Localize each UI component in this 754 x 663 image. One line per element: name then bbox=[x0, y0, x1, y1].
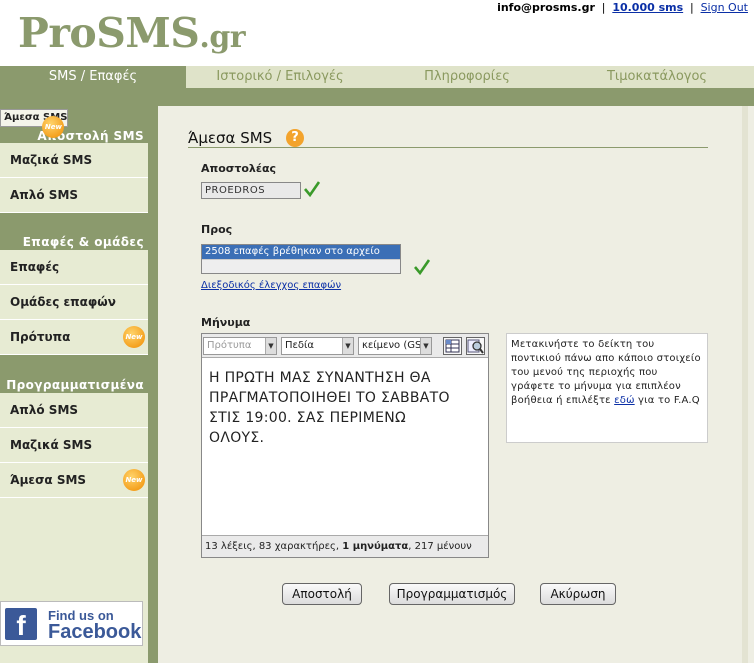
sidebar-item-simple-sms[interactable]: Απλό SMS bbox=[0, 178, 148, 213]
chevron-down-icon: ▼ bbox=[420, 338, 431, 354]
editor-toolbar: Πρότυπα ▼ Πεδία ▼ κείμενο (GSM) ▼ bbox=[202, 334, 488, 358]
sidebar-item-label: Πρότυπα bbox=[10, 330, 71, 344]
counter-remaining: , 217 μένουν bbox=[408, 541, 472, 552]
recipients-label: Προς bbox=[201, 223, 233, 236]
help-icon[interactable]: ? bbox=[286, 129, 304, 147]
recipients-selected-row[interactable]: 2508 επαφές βρέθηκαν στο αρχείο bbox=[202, 245, 400, 259]
title-divider bbox=[188, 147, 708, 148]
separator: | bbox=[690, 1, 694, 14]
tab-information[interactable]: Πληροφορίες bbox=[374, 66, 560, 88]
sidebar-item-instant-sms[interactable]: Άμεσα SMS New bbox=[0, 109, 69, 138]
sidebar: Αποστολή SMS Μαζικά SMS Απλό SMS Άμεσα S… bbox=[0, 106, 148, 663]
message-editor: Πρότυπα ▼ Πεδία ▼ κείμενο (GSM) ▼ Η ΠΡΩΤΗ Μ… bbox=[201, 333, 489, 558]
sidebar-section-contacts: Επαφές & ομάδες bbox=[0, 213, 148, 250]
facebook-line2: Facebook bbox=[48, 620, 142, 643]
new-badge-icon: New bbox=[123, 326, 145, 348]
sidebar-item-bulk-sms[interactable]: Μαζικά SMS bbox=[0, 143, 148, 178]
fields-select[interactable]: Πεδία ▼ bbox=[281, 337, 354, 355]
tab-history-options[interactable]: Ιστορικό / Επιλογές bbox=[186, 66, 374, 88]
main-nav: SMS / Επαφές Ιστορικό / Επιλογές Πληροφο… bbox=[0, 66, 754, 88]
logo-main: ProSMS bbox=[18, 9, 200, 57]
logo[interactable]: ProSMS.gr bbox=[18, 9, 246, 57]
page-title: Άμεσα SMS bbox=[188, 129, 273, 147]
message-textarea[interactable]: Η ΠΡΩΤΗ ΜΑΣ ΣΥΝΑΝΤΗΣΗ ΘΑ ΠΡΑΓΜΑΤΟΠΟΙΗΘΕΙ… bbox=[202, 358, 488, 536]
chevron-down-icon: ▼ bbox=[342, 338, 353, 354]
encoding-select[interactable]: κείμενο (GSM) ▼ bbox=[358, 337, 432, 355]
facebook-banner[interactable]: f Find us on Facebook bbox=[0, 601, 143, 646]
check-contacts-link[interactable]: Διεξοδικός έλεγχος επαφών bbox=[201, 280, 341, 291]
main-content: Άμεσα SMS ? Αποστολέας PROEDROS Προς 250… bbox=[158, 106, 754, 663]
logo-tld: .gr bbox=[199, 20, 246, 55]
counter-messages: 1 μηνύματα bbox=[342, 541, 409, 552]
sidebar-divider bbox=[148, 106, 158, 663]
counter-text: 13 λέξεις, 83 χαρακτήρες, bbox=[205, 541, 343, 552]
sidebar-item-scheduled-simple-sms[interactable]: Απλό SMS bbox=[0, 393, 148, 428]
message-counter: 13 λέξεις, 83 χαρακτήρες, 1 μηνύματα, 21… bbox=[202, 535, 488, 557]
sidebar-item-contacts[interactable]: Επαφές bbox=[0, 250, 148, 285]
recipients-list[interactable]: 2508 επαφές βρέθηκαν στο αρχείο bbox=[201, 244, 401, 274]
separator: | bbox=[601, 1, 606, 14]
tab-pricelist[interactable]: Τιμοκατάλογος bbox=[560, 66, 754, 88]
templates-select-value: Πρότυπα bbox=[207, 340, 252, 351]
faq-link[interactable]: εδώ bbox=[614, 395, 635, 406]
sender-field[interactable]: PROEDROS bbox=[201, 182, 301, 199]
tab-sms-contacts[interactable]: SMS / Επαφές bbox=[0, 66, 186, 88]
table-icon[interactable] bbox=[443, 337, 462, 355]
nav-underline bbox=[0, 88, 754, 106]
preview-icon[interactable] bbox=[466, 337, 485, 355]
cancel-button[interactable]: Ακύρωση bbox=[540, 583, 616, 605]
account-email: info@prosms.gr bbox=[497, 1, 595, 14]
templates-select[interactable]: Πρότυπα ▼ bbox=[203, 337, 277, 355]
chevron-down-icon: ▼ bbox=[265, 338, 276, 354]
help-hint-box: Μετακινήστε το δείκτη του ποντικιού πάνω… bbox=[506, 333, 708, 443]
fields-select-value: Πεδία bbox=[285, 340, 315, 351]
sidebar-item-scheduled-bulk-sms[interactable]: Μαζικά SMS bbox=[0, 428, 148, 463]
sender-label: Αποστολέας bbox=[201, 162, 277, 175]
credits-link[interactable]: 10.000 sms bbox=[612, 1, 683, 14]
signout-link[interactable]: Sign Out bbox=[701, 1, 748, 14]
sidebar-item-label: Άμεσα SMS bbox=[10, 473, 87, 487]
sidebar-section-scheduled: Προγραμματισμένα bbox=[0, 355, 148, 393]
checkmark-icon bbox=[304, 181, 320, 197]
hint-after: για το F.A.Q bbox=[634, 395, 700, 406]
top-user-bar: info@prosms.gr | 10.000 sms | Sign Out bbox=[497, 1, 748, 14]
facebook-icon: f bbox=[5, 607, 37, 641]
message-label: Μήνυμα bbox=[201, 316, 251, 329]
checkmark-icon bbox=[414, 259, 430, 275]
sidebar-item-templates[interactable]: Πρότυπα New bbox=[0, 320, 148, 355]
send-button[interactable]: Αποστολή bbox=[282, 583, 362, 605]
recipients-empty-row bbox=[202, 259, 400, 273]
new-badge-icon: New bbox=[123, 469, 145, 491]
sidebar-item-contact-groups[interactable]: Ομάδες επαφών bbox=[0, 285, 148, 320]
schedule-button[interactable]: Προγραμματισμός bbox=[389, 583, 515, 605]
sidebar-item-scheduled-instant-sms[interactable]: Άμεσα SMS New bbox=[0, 463, 148, 498]
